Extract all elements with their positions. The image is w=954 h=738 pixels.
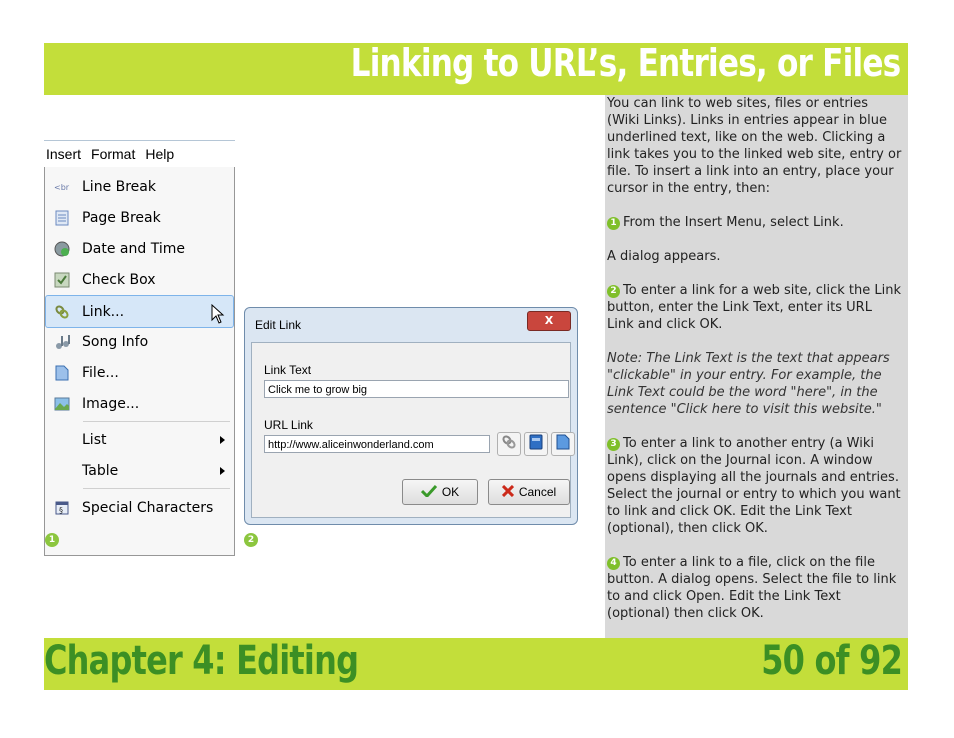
svg-text:<br>: <br> — [54, 183, 70, 192]
link-icon — [54, 304, 70, 320]
dialog-appears-text: A dialog appears. — [607, 249, 721, 264]
line-break-icon: <br> — [54, 179, 70, 195]
svg-text:§: § — [59, 506, 63, 515]
menu-item-special-characters[interactable]: § Special Characters — [46, 492, 233, 523]
menu-insert[interactable]: Insert — [46, 146, 81, 162]
menu-item-file[interactable]: File... — [46, 357, 233, 388]
dialog-body: Link Text Click me to grow big URL Link … — [251, 342, 575, 518]
menu-item-page-break[interactable]: Page Break — [46, 202, 233, 233]
insert-dropdown: <br> Line Break Page Break Date and Time… — [44, 167, 235, 556]
figure-badge-1: 1 — [45, 533, 59, 547]
note-paragraph: Note: The Link Text is the text that app… — [607, 351, 890, 417]
menu-item-date-time[interactable]: Date and Time — [46, 233, 233, 264]
submenu-arrow-icon — [220, 466, 225, 475]
special-characters-icon: § — [54, 500, 70, 516]
page-title: Linking to URL’s, Entries, or Files — [350, 41, 901, 85]
journal-button[interactable] — [524, 432, 548, 456]
figure-badge-2: 2 — [244, 533, 258, 547]
image-icon — [54, 396, 70, 412]
url-link-input[interactable]: http://www.aliceinwonderland.com — [264, 435, 490, 453]
step-2: 2 To enter a link for a web site, click t… — [607, 283, 901, 332]
menu-help[interactable]: Help — [145, 146, 174, 162]
step-number-2: 2 — [607, 285, 620, 298]
menu-format[interactable]: Format — [91, 146, 135, 162]
step-number-4: 4 — [607, 557, 620, 570]
step-number-1: 1 — [607, 217, 620, 230]
header-band: Linking to URL’s, Entries, or Files — [44, 41, 908, 95]
mouse-pointer-icon — [211, 303, 225, 327]
ok-button[interactable]: OK — [402, 479, 478, 505]
dialog-title: Edit Link — [255, 318, 302, 332]
step-4: 4 To enter a link to a file, click on the… — [607, 555, 897, 621]
insert-menu-screenshot: Insert Format Help <br> Line Break Page … — [44, 140, 235, 556]
menu-item-line-break[interactable]: <br> Line Break — [46, 171, 233, 202]
step-number-3: 3 — [607, 438, 620, 451]
journal-icon — [529, 434, 543, 454]
step-3: 3 To enter a link to another entry (a Wik… — [607, 436, 901, 536]
menu-item-table[interactable]: Table — [46, 455, 233, 486]
submenu-arrow-icon — [220, 435, 225, 444]
link-text-label: Link Text — [264, 363, 312, 377]
link-icon — [501, 434, 517, 454]
instructions-panel: You can link to web sites, files or entr… — [605, 95, 908, 638]
clock-icon — [54, 241, 70, 257]
menu-separator — [83, 488, 230, 489]
menu-item-song-info[interactable]: Song Info — [46, 326, 233, 357]
music-icon — [54, 334, 70, 350]
link-text-input[interactable]: Click me to grow big — [264, 380, 569, 398]
checkmark-icon — [420, 484, 437, 500]
menu-item-check-box[interactable]: Check Box — [46, 264, 233, 295]
file-button[interactable] — [551, 432, 575, 456]
menu-item-link[interactable]: Link... — [45, 295, 234, 328]
intro-paragraph: You can link to web sites, files or entr… — [607, 96, 902, 196]
page-break-icon — [54, 210, 70, 226]
file-icon — [54, 365, 70, 381]
chapter-title: Chapter 4: Editing — [44, 638, 359, 684]
close-button[interactable]: X — [527, 311, 571, 331]
x-icon — [501, 484, 514, 500]
checkbox-icon — [54, 272, 70, 288]
menu-item-image[interactable]: Image... — [46, 388, 233, 419]
file-icon — [556, 434, 570, 454]
menu-item-list[interactable]: List — [46, 424, 233, 455]
step-1: 1 From the Insert Menu, select Link. — [607, 214, 902, 231]
footer-band: Chapter 4: Editing 50 of 92 — [44, 638, 908, 690]
cancel-button[interactable]: Cancel — [488, 479, 570, 505]
url-link-label: URL Link — [264, 418, 313, 432]
page-number: 50 of 92 — [761, 638, 903, 684]
link-button[interactable] — [497, 432, 521, 456]
menu-separator — [83, 421, 230, 422]
menu-bar: Insert Format Help — [44, 140, 235, 167]
edit-link-dialog: Edit Link X Link Text Click me to grow b… — [244, 307, 578, 525]
